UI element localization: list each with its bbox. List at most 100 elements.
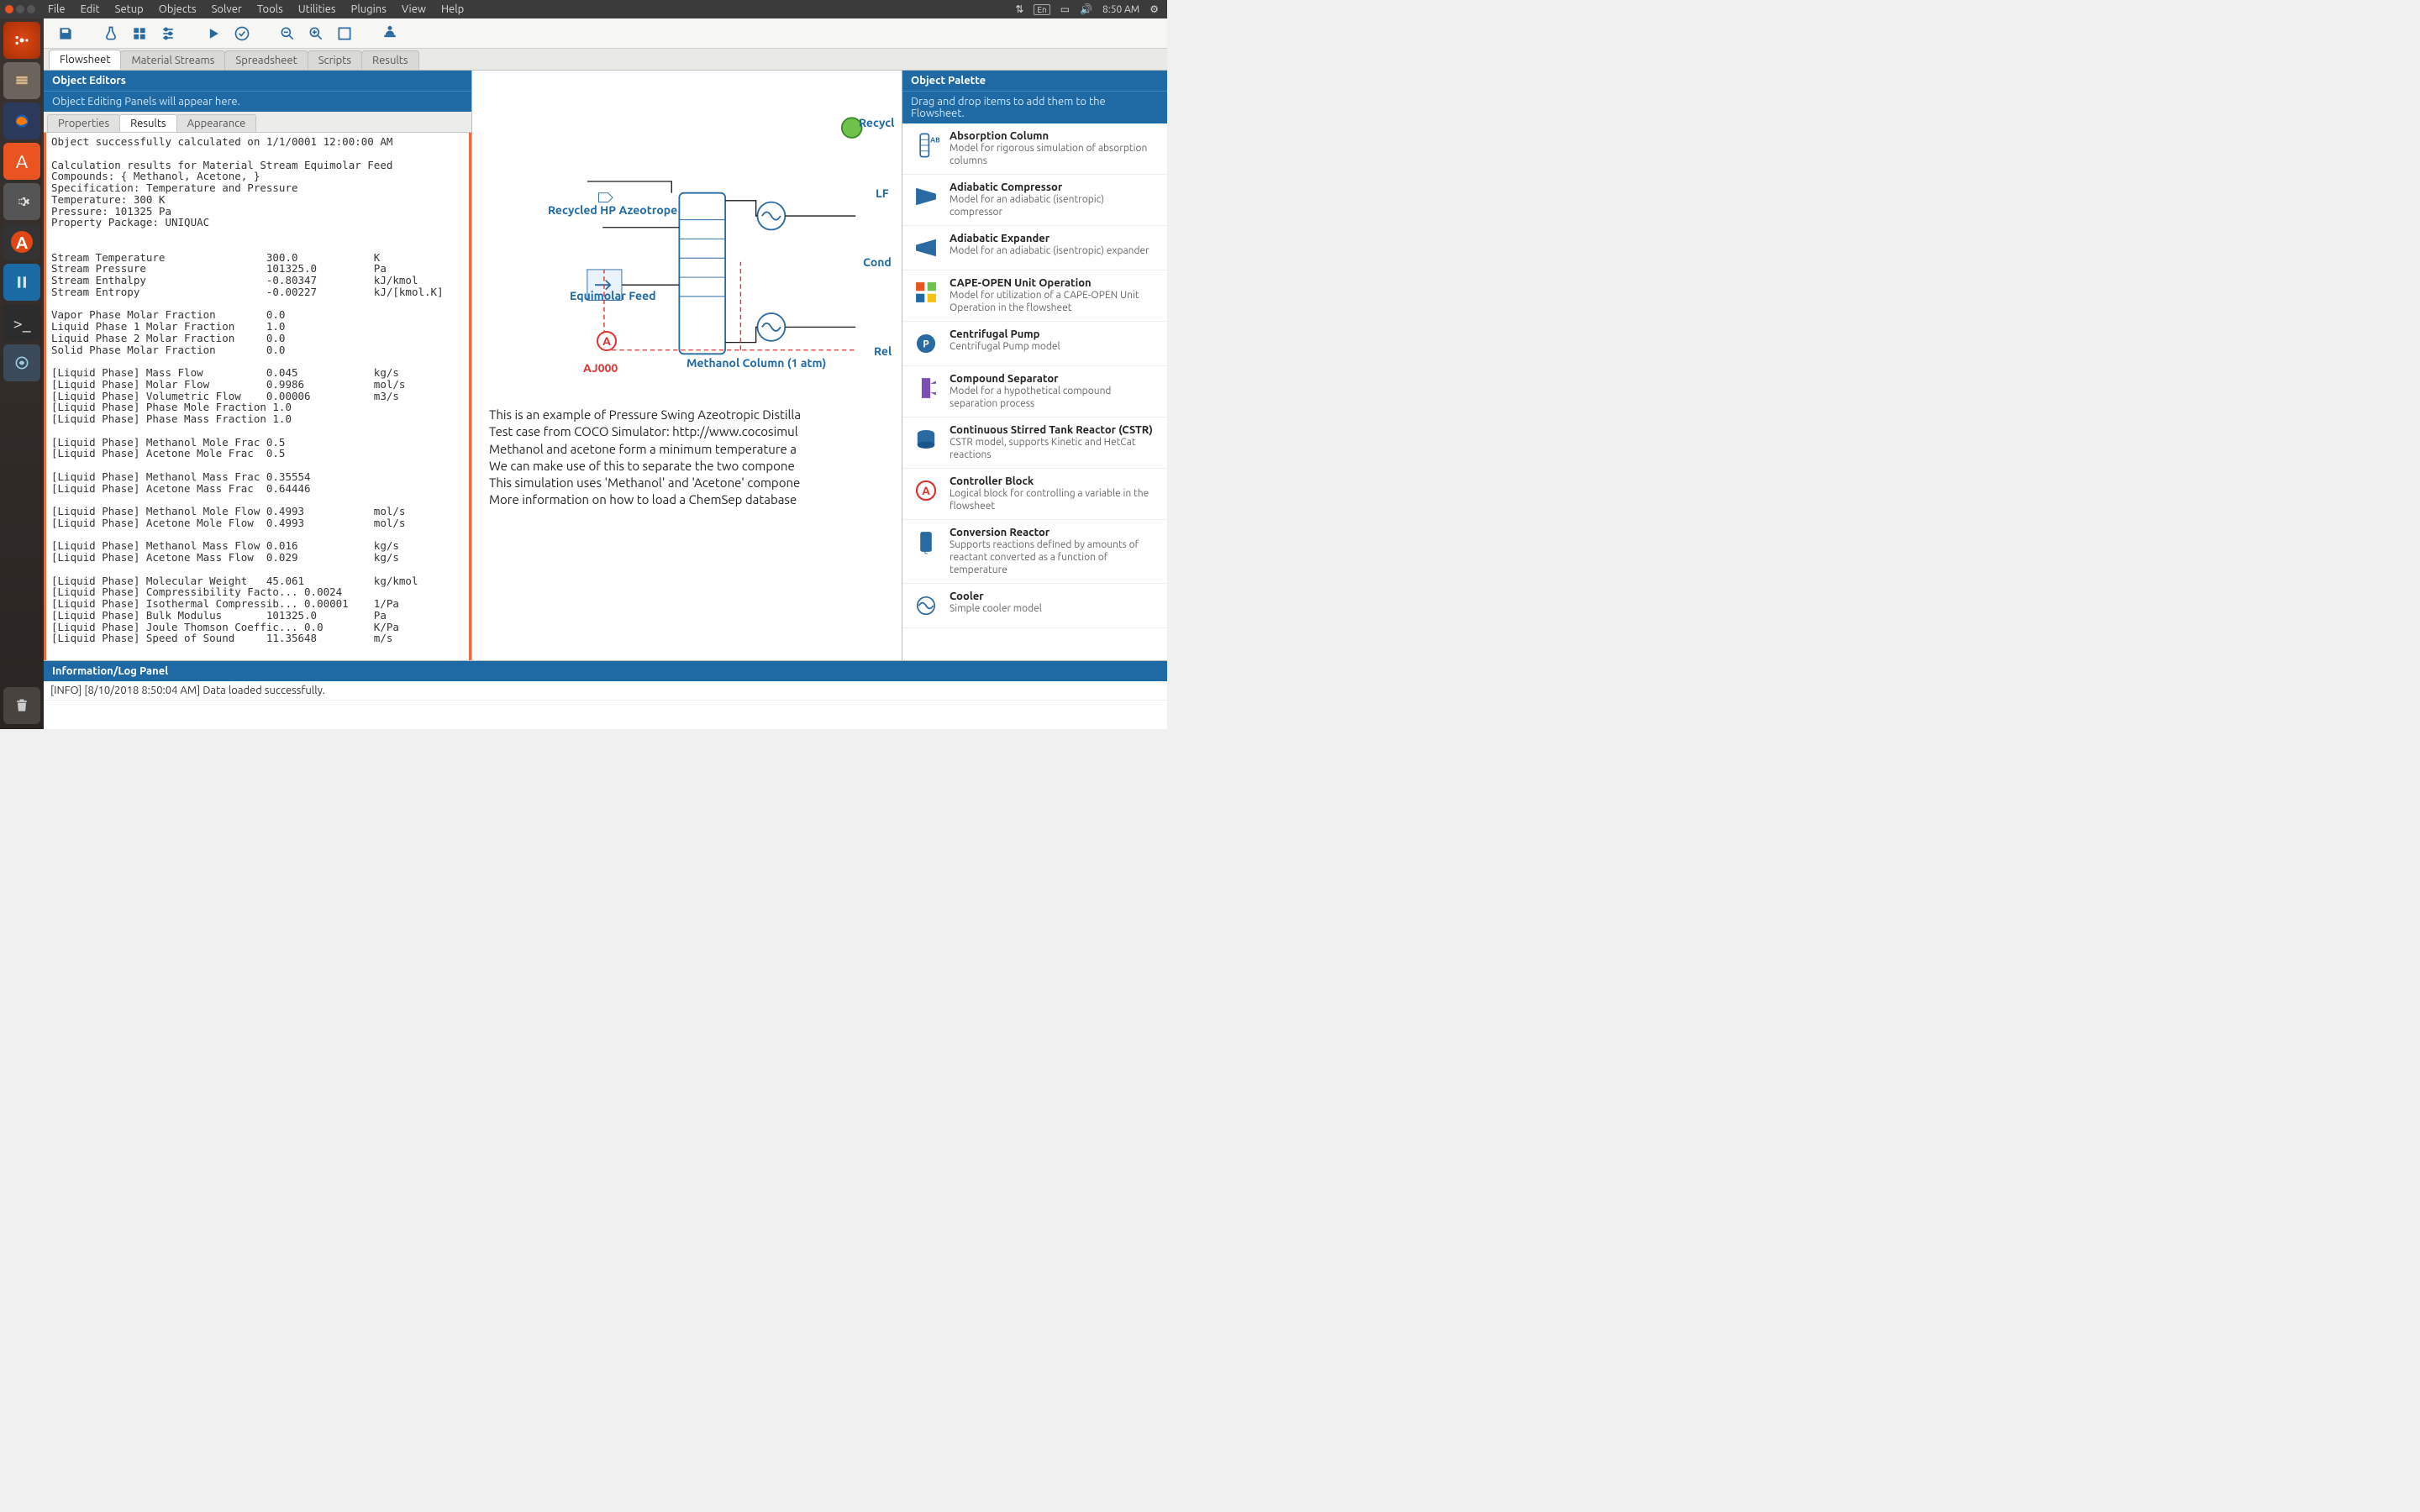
palette-item-desc: Model for a hypothetical compound separa… bbox=[950, 385, 1159, 410]
inspector-button[interactable] bbox=[376, 22, 403, 45]
palette-item-controller[interactable]: A Controller BlockLogical block for cont… bbox=[902, 469, 1167, 520]
inner-tab-appearance[interactable]: Appearance bbox=[176, 114, 257, 132]
menu-edit[interactable]: Edit bbox=[73, 3, 108, 15]
abs-column-icon: AB bbox=[911, 130, 941, 160]
cape-open-icon bbox=[911, 277, 941, 307]
palette-item-desc: Model for an adiabatic (isentropic) comp… bbox=[950, 193, 1159, 218]
palette-item-desc: CSTR model, supports Kinetic and HetCat … bbox=[950, 436, 1159, 461]
flowsheet-canvas[interactable]: Recycl Recycled HP Azeotrope LF Equimola… bbox=[472, 71, 902, 660]
log-panel-title: Information/Log Panel bbox=[44, 661, 1167, 681]
launcher-firefox[interactable] bbox=[3, 102, 40, 139]
settings-button[interactable] bbox=[155, 22, 182, 45]
clock[interactable]: 8:50 AM bbox=[1102, 4, 1139, 15]
flowsheet-description: This is an example of Pressure Swing Aze… bbox=[489, 407, 902, 509]
validate-button[interactable] bbox=[229, 22, 255, 45]
inner-tab-results[interactable]: Results bbox=[119, 114, 176, 132]
gear-icon[interactable]: ⚙ bbox=[1150, 3, 1159, 15]
layout-button[interactable] bbox=[126, 22, 153, 45]
zoom-in-button[interactable] bbox=[302, 22, 329, 45]
palette-item-title: Cooler bbox=[950, 591, 984, 602]
object-editors-title: Object Editors bbox=[44, 71, 471, 91]
menu-objects[interactable]: Objects bbox=[151, 3, 204, 15]
palette-item-desc: Logical block for controlling a variable… bbox=[950, 487, 1159, 512]
palette-item-abs-column[interactable]: AB Absorption ColumnModel for rigorous s… bbox=[902, 123, 1167, 175]
launcher-app[interactable] bbox=[3, 344, 40, 381]
app-toolbar bbox=[44, 18, 1167, 49]
label-lp: LF bbox=[876, 186, 889, 200]
palette-item-compressor[interactable]: Adiabatic CompressorModel for an adiabat… bbox=[902, 175, 1167, 226]
palette-item-desc: Supports reactions defined by amounts of… bbox=[950, 538, 1159, 576]
menu-help[interactable]: Help bbox=[434, 3, 471, 15]
compressor-icon bbox=[911, 181, 941, 212]
label-recycle: Recycl bbox=[859, 116, 894, 129]
palette-item-conv-reactor[interactable]: C Conversion ReactorSupports reactions d… bbox=[902, 520, 1167, 584]
svg-text:AB: AB bbox=[930, 136, 940, 144]
palette-item-desc: Model for an adiabatic (isentropic) expa… bbox=[950, 244, 1150, 257]
pump-icon: P bbox=[911, 328, 941, 359]
volume-icon[interactable]: 🔊 bbox=[1080, 3, 1092, 15]
menu-file[interactable]: File bbox=[40, 3, 73, 15]
separator-icon bbox=[911, 373, 941, 403]
palette-item-title: Adiabatic Expander bbox=[950, 233, 1050, 244]
tab-scripts[interactable]: Scripts bbox=[308, 50, 362, 70]
svg-text:C: C bbox=[924, 549, 929, 555]
object-palette-title: Object Palette bbox=[902, 71, 1167, 91]
palette-item-title: Centrifugal Pump bbox=[950, 328, 1039, 340]
label-recycled-hp: Recycled HP Azeotrope bbox=[548, 203, 677, 217]
palette-item-cooler[interactable]: CoolerSimple cooler model bbox=[902, 584, 1167, 628]
controller-icon: A bbox=[911, 475, 941, 506]
lang-indicator[interactable]: En bbox=[1034, 4, 1050, 15]
launcher-dash[interactable] bbox=[3, 22, 40, 59]
tab-results[interactable]: Results bbox=[361, 50, 418, 70]
launcher-updater[interactable]: A bbox=[3, 223, 40, 260]
menu-plugins[interactable]: Plugins bbox=[344, 3, 394, 15]
tab-spreadsheet[interactable]: Spreadsheet bbox=[224, 50, 308, 70]
node-adjust-icon[interactable]: A bbox=[597, 331, 617, 351]
menu-solver[interactable]: Solver bbox=[204, 3, 250, 15]
launcher-dwsim[interactable] bbox=[3, 264, 40, 301]
object-editors-subtitle: Object Editing Panels will appear here. bbox=[44, 91, 471, 112]
log-panel: Information/Log Panel [INFO] [8/10/2018 … bbox=[44, 660, 1167, 729]
solve-button[interactable] bbox=[200, 22, 227, 45]
label-cond: Cond bbox=[863, 255, 892, 269]
palette-item-title: Continuous Stirred Tank Reactor (CSTR) bbox=[950, 424, 1153, 436]
compound-button[interactable] bbox=[97, 22, 124, 45]
launcher-files[interactable] bbox=[3, 62, 40, 99]
launcher-terminal[interactable]: >_ bbox=[3, 304, 40, 341]
palette-item-separator[interactable]: Compound SeparatorModel for a hypothetic… bbox=[902, 366, 1167, 417]
cstr-icon bbox=[911, 424, 941, 454]
launcher-software[interactable]: A bbox=[3, 143, 40, 180]
conv-reactor-icon: C bbox=[911, 527, 941, 557]
menu-view[interactable]: View bbox=[394, 3, 434, 15]
object-editors-panel: Object Editors Object Editing Panels wil… bbox=[44, 71, 472, 660]
zoom-out-button[interactable] bbox=[274, 22, 301, 45]
label-equimolar: Equimolar Feed bbox=[570, 289, 656, 302]
tab-flowsheet[interactable]: Flowsheet bbox=[49, 50, 121, 70]
palette-item-title: Adiabatic Compressor bbox=[950, 181, 1062, 193]
tab-material-streams[interactable]: Material Streams bbox=[120, 50, 225, 70]
document-tabs: Flowsheet Material Streams Spreadsheet S… bbox=[44, 49, 1167, 71]
launcher-settings[interactable] bbox=[3, 183, 40, 220]
palette-item-desc: Model for rigorous simulation of absorpt… bbox=[950, 142, 1159, 167]
object-palette-subtitle: Drag and drop items to add them to the F… bbox=[902, 91, 1167, 123]
palette-item-expander[interactable]: Adiabatic ExpanderModel for an adiabatic… bbox=[902, 226, 1167, 270]
palette-item-title: Controller Block bbox=[950, 475, 1034, 487]
network-icon[interactable]: ⇅ bbox=[1015, 3, 1023, 15]
palette-item-pump[interactable]: P Centrifugal PumpCentrifugal Pump model bbox=[902, 322, 1167, 366]
launcher-trash[interactable] bbox=[3, 687, 40, 724]
results-text[interactable]: Object successfully calculated on 1/1/00… bbox=[44, 133, 471, 660]
palette-item-title: Compound Separator bbox=[950, 373, 1059, 385]
battery-icon[interactable]: ▭ bbox=[1060, 3, 1070, 15]
save-button[interactable] bbox=[52, 22, 79, 45]
zoom-fit-button[interactable] bbox=[331, 22, 358, 45]
palette-item-desc: Simple cooler model bbox=[950, 602, 1042, 615]
unity-launcher: A A >_ bbox=[0, 18, 44, 729]
menu-setup[interactable]: Setup bbox=[108, 3, 151, 15]
palette-item-cstr[interactable]: Continuous Stirred Tank Reactor (CSTR)CS… bbox=[902, 417, 1167, 469]
menu-utilities[interactable]: Utilities bbox=[291, 3, 344, 15]
object-palette-panel: Object Palette Drag and drop items to ad… bbox=[902, 71, 1167, 660]
menu-tools[interactable]: Tools bbox=[250, 3, 291, 15]
palette-item-cape-open[interactable]: CAPE-OPEN Unit OperationModel for utiliz… bbox=[902, 270, 1167, 322]
inner-tab-properties[interactable]: Properties bbox=[47, 114, 120, 132]
label-aj000: AJ000 bbox=[583, 361, 618, 375]
